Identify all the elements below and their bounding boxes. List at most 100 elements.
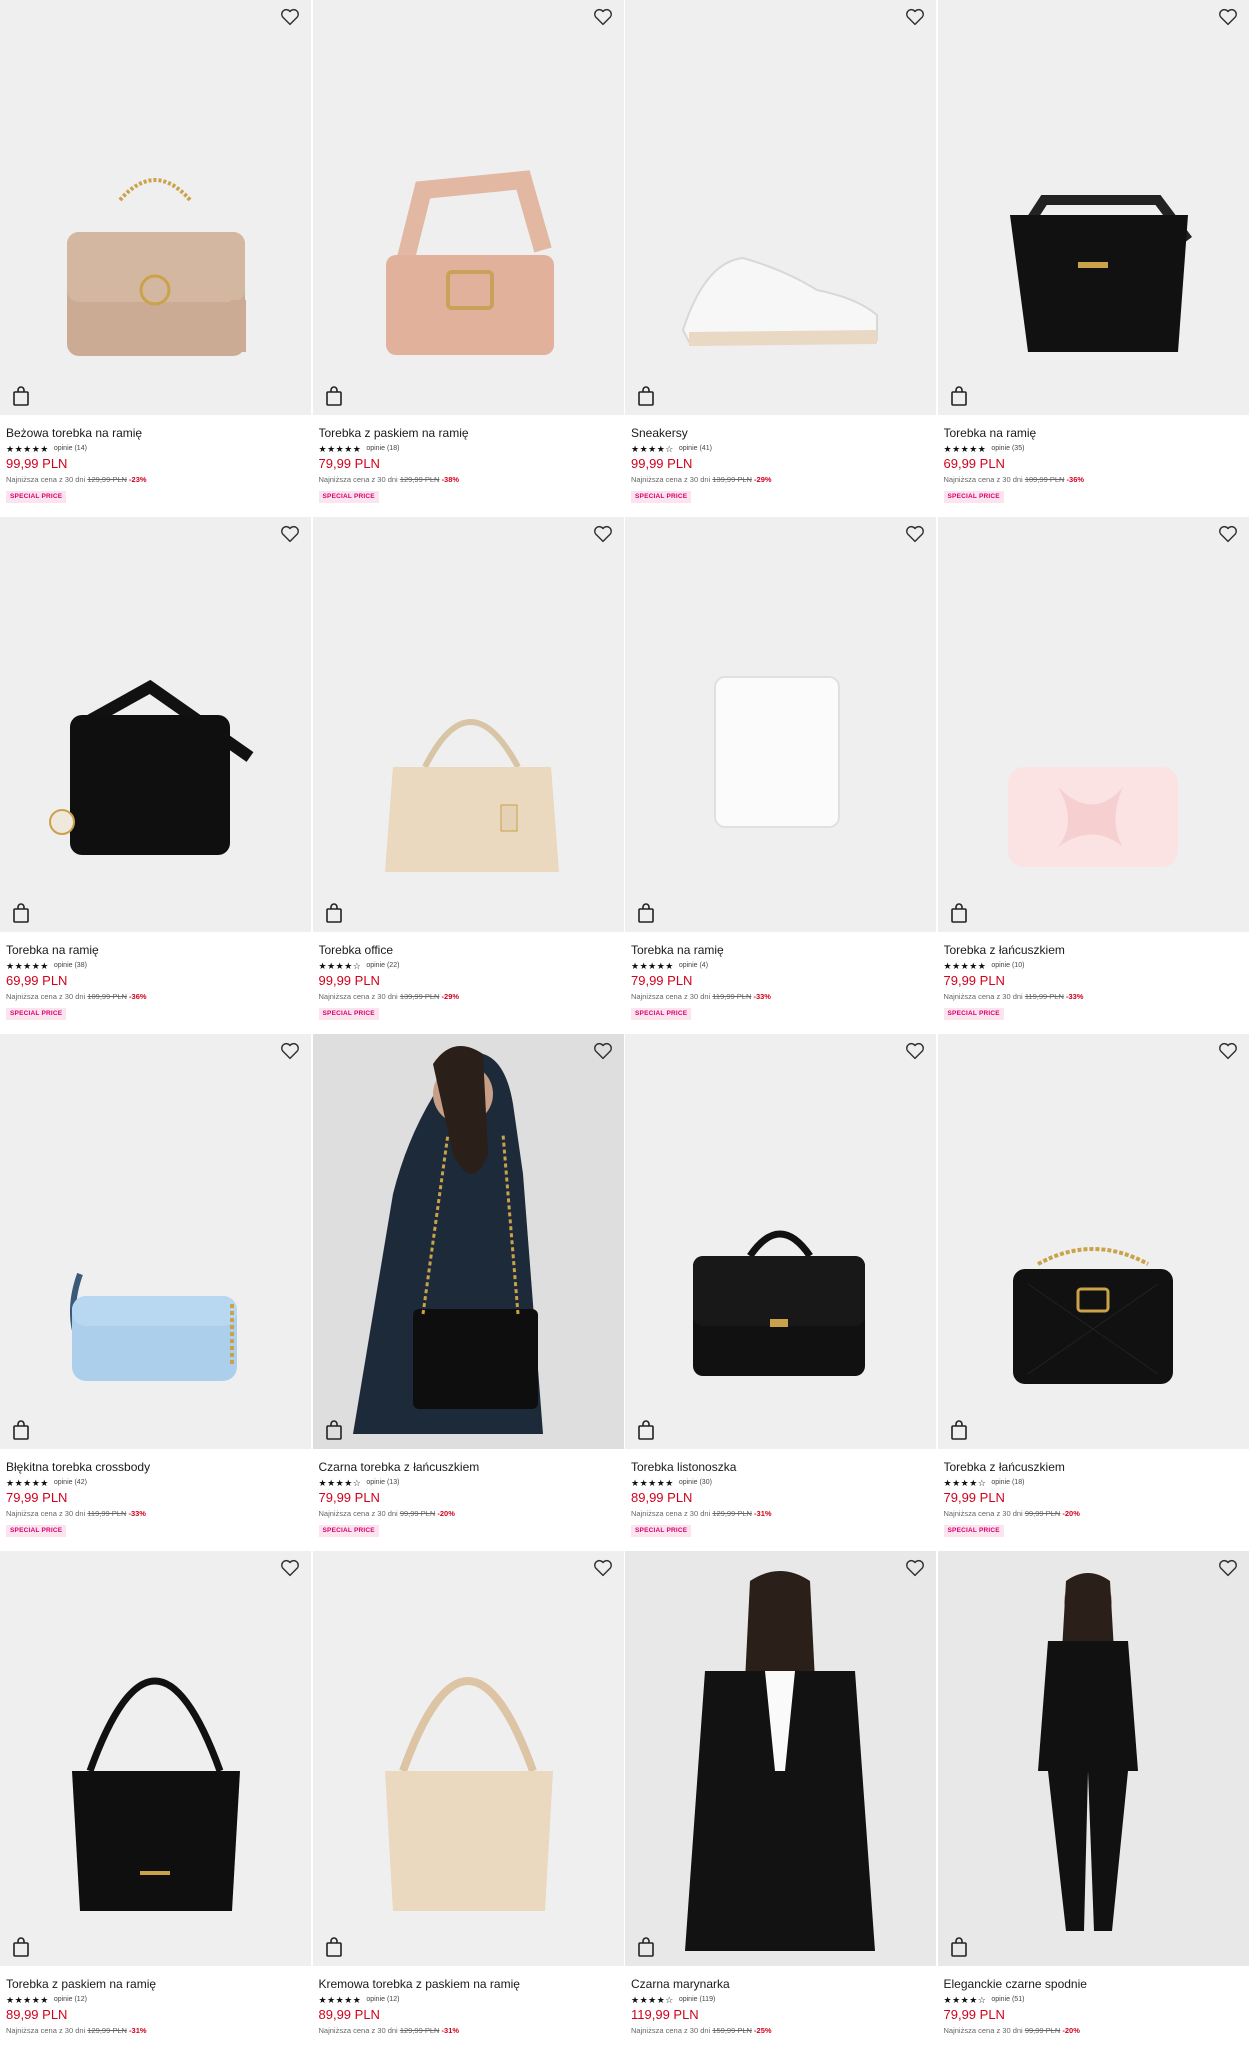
review-count: opinie (10) — [991, 960, 1024, 972]
lowest-price-prefix: Najniższa cena z 30 dni — [631, 2026, 710, 2035]
product-image[interactable] — [938, 1551, 1249, 1966]
wishlist-heart-icon[interactable] — [1217, 523, 1239, 545]
product-name[interactable]: Torebka z paskiem na ramię — [319, 426, 620, 441]
product-image[interactable] — [938, 1034, 1249, 1449]
special-price-badge: SPECIAL PRICE — [6, 491, 66, 503]
review-count: opinie (22) — [366, 960, 399, 972]
product-name[interactable]: Czarna torebka z łańcuszkiem — [319, 1460, 620, 1475]
product-name[interactable]: Błękitna torebka crossbody — [6, 1460, 307, 1475]
product-name[interactable]: Torebka na ramię — [631, 943, 932, 958]
product-card[interactable]: Torebka na ramię ★★★★★ opinie (4) 79,99 … — [625, 517, 938, 1034]
black-bucket-bag-icon — [938, 0, 1249, 415]
product-image[interactable] — [625, 1551, 936, 1966]
product-name[interactable]: Torebka z łańcuszkiem — [944, 943, 1245, 958]
add-to-cart-bag-icon[interactable] — [323, 385, 345, 407]
product-image[interactable] — [313, 0, 624, 415]
product-name[interactable]: Torebka na ramię — [944, 426, 1245, 441]
wishlist-heart-icon[interactable] — [592, 1040, 614, 1062]
discount-percent: -33% — [128, 1509, 146, 1518]
product-name[interactable]: Sneakersy — [631, 426, 932, 441]
product-card[interactable]: Błękitna torebka crossbody ★★★★★ opinie … — [0, 1034, 313, 1551]
product-card[interactable]: Torebka z łańcuszkiem ★★★★★ opinie (10) … — [938, 517, 1250, 1034]
lowest-price-prefix: Najniższa cena z 30 dni — [6, 992, 85, 1001]
add-to-cart-bag-icon[interactable] — [948, 902, 970, 924]
product-price: 89,99 PLN — [6, 2007, 307, 2023]
product-name[interactable]: Kremowa torebka z paskiem na ramię — [319, 1977, 620, 1992]
discount-percent: -29% — [442, 992, 460, 1001]
product-card[interactable]: Torebka na ramię ★★★★★ opinie (38) 69,99… — [0, 517, 313, 1034]
add-to-cart-bag-icon[interactable] — [10, 385, 32, 407]
product-name[interactable]: Torebka na ramię — [6, 943, 307, 958]
product-name[interactable]: Torebka office — [319, 943, 620, 958]
product-card[interactable]: Beżowa torebka na ramię ★★★★★ opinie (14… — [0, 0, 313, 517]
product-card[interactable]: Torebka z paskiem na ramię ★★★★★ opinie … — [0, 1551, 313, 2068]
product-card[interactable]: Kremowa torebka z paskiem na ramię ★★★★★… — [313, 1551, 626, 2068]
product-image[interactable] — [625, 1034, 936, 1449]
product-image[interactable] — [938, 0, 1249, 415]
add-to-cart-bag-icon[interactable] — [948, 1936, 970, 1958]
wishlist-heart-icon[interactable] — [904, 1040, 926, 1062]
product-image[interactable] — [938, 517, 1249, 932]
product-name[interactable]: Beżowa torebka na ramię — [6, 426, 307, 441]
product-image[interactable] — [0, 1034, 311, 1449]
add-to-cart-bag-icon[interactable] — [948, 1419, 970, 1441]
add-to-cart-bag-icon[interactable] — [635, 1936, 657, 1958]
product-rating: ★★★★★ opinie (10) — [944, 960, 1245, 972]
add-to-cart-bag-icon[interactable] — [10, 1419, 32, 1441]
product-image[interactable] — [313, 517, 624, 932]
product-image[interactable] — [0, 517, 311, 932]
product-name[interactable]: Torebka z paskiem na ramię — [6, 1977, 307, 1992]
add-to-cart-bag-icon[interactable] — [635, 1419, 657, 1441]
product-card[interactable]: Eleganckie czarne spodnie ★★★★☆ opinie (… — [938, 1551, 1250, 2068]
add-to-cart-bag-icon[interactable] — [10, 902, 32, 924]
product-name[interactable]: Czarna marynarka — [631, 1977, 932, 1992]
discount-percent: -31% — [442, 2026, 460, 2035]
product-card[interactable]: Czarna marynarka ★★★★☆ opinie (119) 119,… — [625, 1551, 938, 2068]
product-image[interactable] — [313, 1034, 624, 1449]
wishlist-heart-icon[interactable] — [904, 523, 926, 545]
product-name[interactable]: Torebka listonoszka — [631, 1460, 932, 1475]
product-card[interactable]: Czarna torebka z łańcuszkiem ★★★★☆ opini… — [313, 1034, 626, 1551]
review-count: opinie (42) — [54, 1477, 87, 1489]
wishlist-heart-icon[interactable] — [904, 6, 926, 28]
wishlist-heart-icon[interactable] — [279, 1557, 301, 1579]
add-to-cart-bag-icon[interactable] — [323, 1936, 345, 1958]
add-to-cart-bag-icon[interactable] — [10, 1936, 32, 1958]
product-card[interactable]: Torebka office ★★★★☆ opinie (22) 99,99 P… — [313, 517, 626, 1034]
product-image[interactable] — [313, 1551, 624, 1966]
wishlist-heart-icon[interactable] — [592, 1557, 614, 1579]
product-rating: ★★★★★ opinie (35) — [944, 443, 1245, 455]
wishlist-heart-icon[interactable] — [279, 1040, 301, 1062]
rating-stars-icon: ★★★★★ — [6, 960, 49, 972]
review-count: opinie (38) — [54, 960, 87, 972]
product-card[interactable]: Sneakersy ★★★★☆ opinie (41) 99,99 PLN Na… — [625, 0, 938, 517]
wishlist-heart-icon[interactable] — [1217, 1557, 1239, 1579]
wishlist-heart-icon[interactable] — [592, 6, 614, 28]
product-card[interactable]: Torebka z paskiem na ramię ★★★★★ opinie … — [313, 0, 626, 517]
lowest-price-prefix: Najniższa cena z 30 dni — [944, 475, 1023, 484]
product-card[interactable]: Torebka na ramię ★★★★★ opinie (35) 69,99… — [938, 0, 1250, 517]
product-card[interactable]: Torebka listonoszka ★★★★★ opinie (30) 89… — [625, 1034, 938, 1551]
add-to-cart-bag-icon[interactable] — [323, 1419, 345, 1441]
wishlist-heart-icon[interactable] — [1217, 1040, 1239, 1062]
product-image[interactable] — [0, 0, 311, 415]
wishlist-heart-icon[interactable] — [279, 523, 301, 545]
product-name[interactable]: Torebka z łańcuszkiem — [944, 1460, 1245, 1475]
product-image[interactable] — [0, 1551, 311, 1966]
add-to-cart-bag-icon[interactable] — [635, 385, 657, 407]
product-image[interactable] — [625, 517, 936, 932]
add-to-cart-bag-icon[interactable] — [948, 385, 970, 407]
model-black-trousers-icon — [938, 1551, 1249, 1966]
wishlist-heart-icon[interactable] — [1217, 6, 1239, 28]
add-to-cart-bag-icon[interactable] — [635, 902, 657, 924]
wishlist-heart-icon[interactable] — [279, 6, 301, 28]
product-image[interactable] — [625, 0, 936, 415]
add-to-cart-bag-icon[interactable] — [323, 902, 345, 924]
product-info: Eleganckie czarne spodnie ★★★★☆ opinie (… — [944, 1977, 1245, 2036]
wishlist-heart-icon[interactable] — [592, 523, 614, 545]
product-name[interactable]: Eleganckie czarne spodnie — [944, 1977, 1245, 1992]
lowest-price-prefix: Najniższa cena z 30 dni — [6, 475, 85, 484]
old-price: 119,99 PLN — [87, 1509, 126, 1518]
wishlist-heart-icon[interactable] — [904, 1557, 926, 1579]
product-card[interactable]: Torebka z łańcuszkiem ★★★★☆ opinie (18) … — [938, 1034, 1250, 1551]
